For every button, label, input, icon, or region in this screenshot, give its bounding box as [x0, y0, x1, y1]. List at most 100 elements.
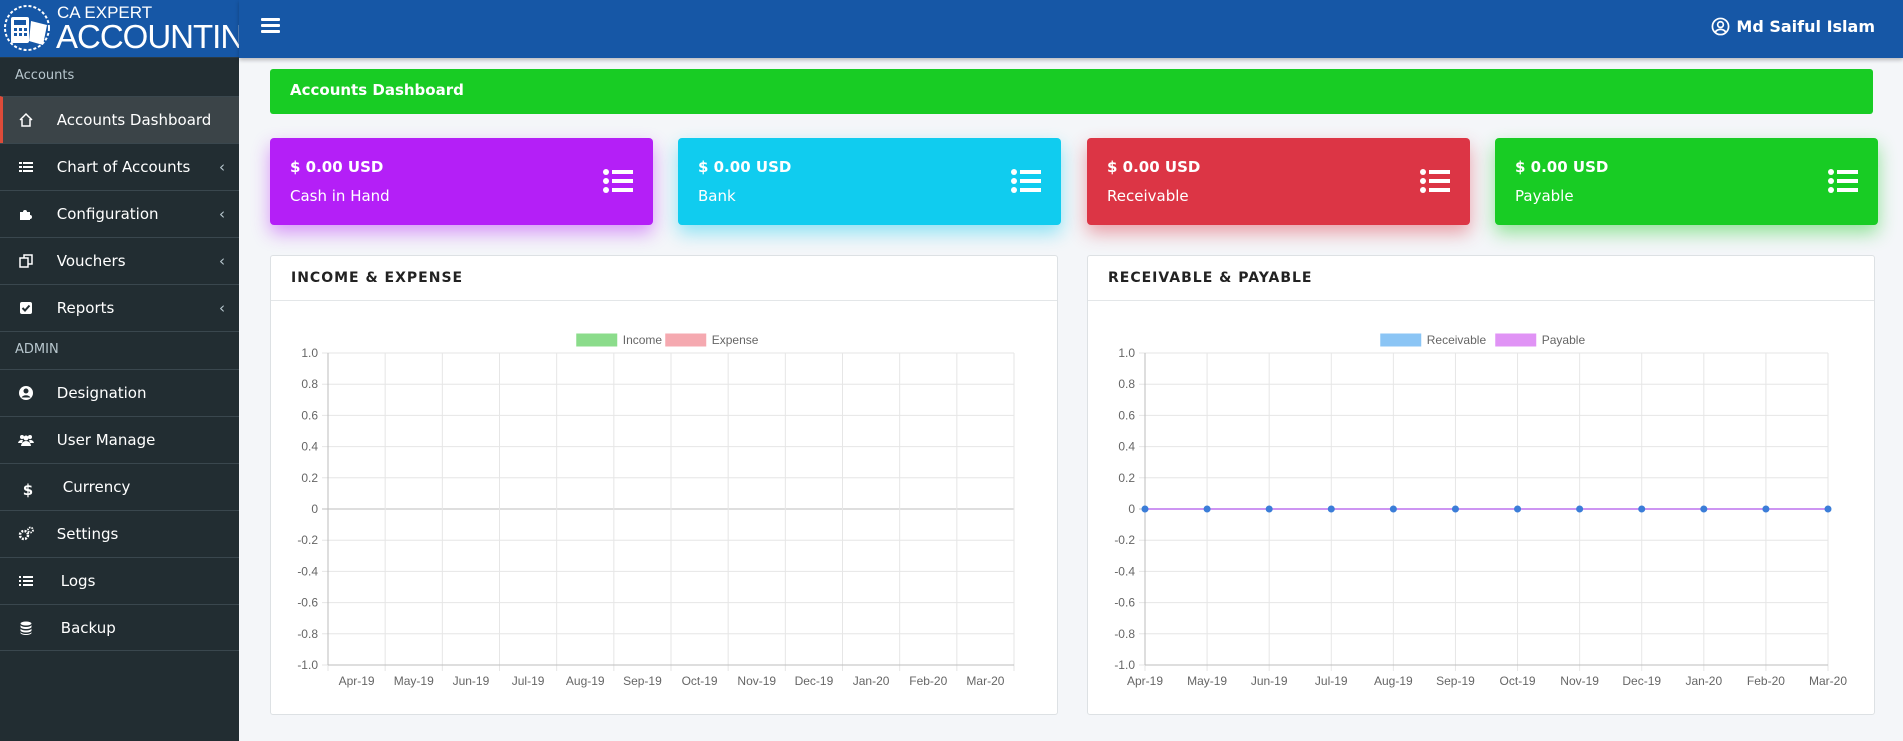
x-tick-label: Dec-19 — [795, 674, 834, 688]
sidebar-item-label: Chart of Accounts — [56, 158, 191, 176]
sidebar-item-label: Designation — [56, 384, 147, 402]
receivable-payable-panel: RECEIVABLE & PAYABLE Receivable Payable 1.… — [1087, 255, 1875, 715]
calculator-logo-icon — [4, 5, 50, 51]
data-point — [1514, 505, 1522, 513]
card-label: Receivable — [1107, 187, 1189, 205]
page-title: Accounts Dashboard — [270, 69, 1873, 114]
sidebar-item-designation[interactable]: Designation — [0, 369, 239, 416]
user-circle-icon — [19, 386, 33, 400]
x-tick-label: Oct-19 — [682, 674, 718, 688]
y-tick-label: 0.8 — [1118, 377, 1135, 391]
x-tick-label: Apr-19 — [339, 674, 375, 688]
y-tick-label: -0.6 — [297, 596, 318, 610]
data-point — [1576, 505, 1584, 513]
income-expense-panel: INCOME & EXPENSE Income Expense 1.0 0.8 0.6 0… — [270, 255, 1058, 715]
sidebar-item-chart-of-accounts[interactable]: Chart of Accounts ‹ — [0, 143, 239, 190]
y-tick-label: 0 — [311, 502, 318, 516]
sidebar-item-label: Currency — [62, 478, 131, 496]
data-point — [1824, 505, 1832, 513]
sidebar-item-settings[interactable]: Settings — [0, 510, 239, 557]
user-menu[interactable]: Md Saiful Islam — [1711, 17, 1875, 36]
chevron-left-icon: ‹ — [219, 205, 225, 223]
card-label: Payable — [1515, 187, 1574, 205]
top-navbar: Md Saiful Islam — [239, 0, 1903, 58]
y-tick-label: -1.0 — [297, 658, 318, 672]
card-receivable[interactable]: $ 0.00 USD Receivable — [1087, 138, 1470, 225]
sidebar-item-backup[interactable]: Backup — [0, 604, 239, 651]
income-expense-chart: Income Expense 1.0 0.8 0.6 0.4 0.2 0 -0.2 -0.4 -0.… — [297, 333, 1015, 688]
y-tick-label: 1.0 — [1118, 346, 1135, 360]
x-tick-label: Oct-19 — [1500, 674, 1536, 688]
x-tick-label: Jan-20 — [853, 674, 890, 688]
legend-swatch — [1380, 333, 1422, 347]
x-tick-label: Sep-19 — [623, 674, 662, 688]
data-point — [1265, 505, 1273, 513]
y-tick-label: -0.8 — [297, 627, 318, 641]
y-tick-label: 0.2 — [301, 471, 318, 485]
y-tick-label: -0.4 — [297, 564, 318, 578]
brand-line2: ACCOUNTING — [56, 18, 269, 55]
x-tick-label: Mar-20 — [1809, 674, 1847, 688]
chevron-left-icon: ‹ — [219, 252, 225, 270]
sidebar-item-currency[interactable]: $ Currency — [0, 463, 239, 510]
list-icon — [1011, 169, 1041, 193]
y-tick-label: 0.4 — [301, 440, 318, 454]
data-point — [1141, 505, 1149, 513]
users-icon — [18, 435, 34, 446]
receivable-payable-chart: Receivable Payable 1.0 0.8 0.6 0.4 0.2 0 -0.2 -0.… — [1114, 333, 1847, 688]
legend-swatch — [1495, 333, 1537, 347]
y-tick-label: -0.6 — [1114, 596, 1135, 610]
y-tick-label: 0.4 — [1118, 440, 1135, 454]
data-point — [1451, 505, 1459, 513]
card-bank[interactable]: $ 0.00 USD Bank — [678, 138, 1061, 225]
sidebar-item-label: Accounts Dashboard — [56, 111, 212, 129]
brand-logo[interactable]: CA EXPERT ACCOUNTING — [0, 0, 269, 58]
legend-label: Income — [623, 333, 663, 347]
sidebar-item-reports[interactable]: Reports ‹ — [0, 284, 239, 331]
data-point — [1762, 505, 1770, 513]
sidebar-item-label: User Manage — [56, 431, 156, 449]
card-payable[interactable]: $ 0.00 USD Payable — [1495, 138, 1878, 225]
x-tick-label: Jul-19 — [1315, 674, 1348, 688]
chevron-left-icon: ‹ — [219, 158, 225, 176]
y-tick-label: 0.8 — [301, 377, 318, 391]
puzzle-icon — [20, 210, 32, 220]
y-tick-label: 0 — [1128, 502, 1135, 516]
data-point — [1203, 505, 1211, 513]
x-tick-label: Nov-19 — [1560, 674, 1599, 688]
user-name: Md Saiful Islam — [1736, 17, 1875, 36]
sidebar-item-configuration[interactable]: Configuration ‹ — [0, 190, 239, 237]
card-amount: $ 0.00 USD — [698, 158, 792, 176]
cogs-icon — [18, 526, 34, 541]
sidebar-item-user-manage[interactable]: User Manage — [0, 416, 239, 463]
list-icon — [1420, 169, 1450, 193]
y-tick-label: 1.0 — [301, 346, 318, 360]
sidebar: CA EXPERT ACCOUNTING Accounts Accounts D… — [0, 0, 269, 741]
panel-title: RECEIVABLE & PAYABLE — [1088, 256, 1874, 301]
x-tick-label: Apr-19 — [1127, 674, 1163, 688]
sidebar-item-label: Configuration — [56, 205, 159, 223]
x-tick-label: Feb-20 — [1747, 674, 1785, 688]
x-tick-label: Dec-19 — [1622, 674, 1661, 688]
sidebar-item-accounts-dashboard[interactable]: Accounts Dashboard — [0, 96, 239, 143]
sidebar-item-label: Backup — [60, 619, 116, 637]
sidebar-item-logs[interactable]: Logs — [0, 557, 239, 604]
panel-title: INCOME & EXPENSE — [271, 256, 1057, 301]
legend-label: Expense — [712, 333, 759, 347]
x-tick-label: Jan-20 — [1685, 674, 1722, 688]
dollar-icon: $ — [22, 481, 34, 499]
database-icon — [20, 621, 32, 635]
check-square-icon — [20, 302, 32, 314]
y-tick-label: -0.4 — [1114, 564, 1135, 578]
legend-label: Receivable — [1427, 333, 1487, 347]
y-tick-label: 0.6 — [301, 408, 318, 422]
hamburger-menu-icon[interactable] — [261, 18, 280, 34]
card-cash-in-hand[interactable]: $ 0.00 USD Cash in Hand — [270, 138, 653, 225]
table-icon — [19, 162, 33, 172]
sidebar-item-vouchers[interactable]: Vouchers ‹ — [0, 237, 239, 284]
y-tick-label: 0.2 — [1118, 471, 1135, 485]
card-amount: $ 0.00 USD — [1515, 158, 1609, 176]
list-icon — [19, 576, 33, 586]
data-point — [1389, 505, 1397, 513]
home-icon — [19, 112, 33, 127]
